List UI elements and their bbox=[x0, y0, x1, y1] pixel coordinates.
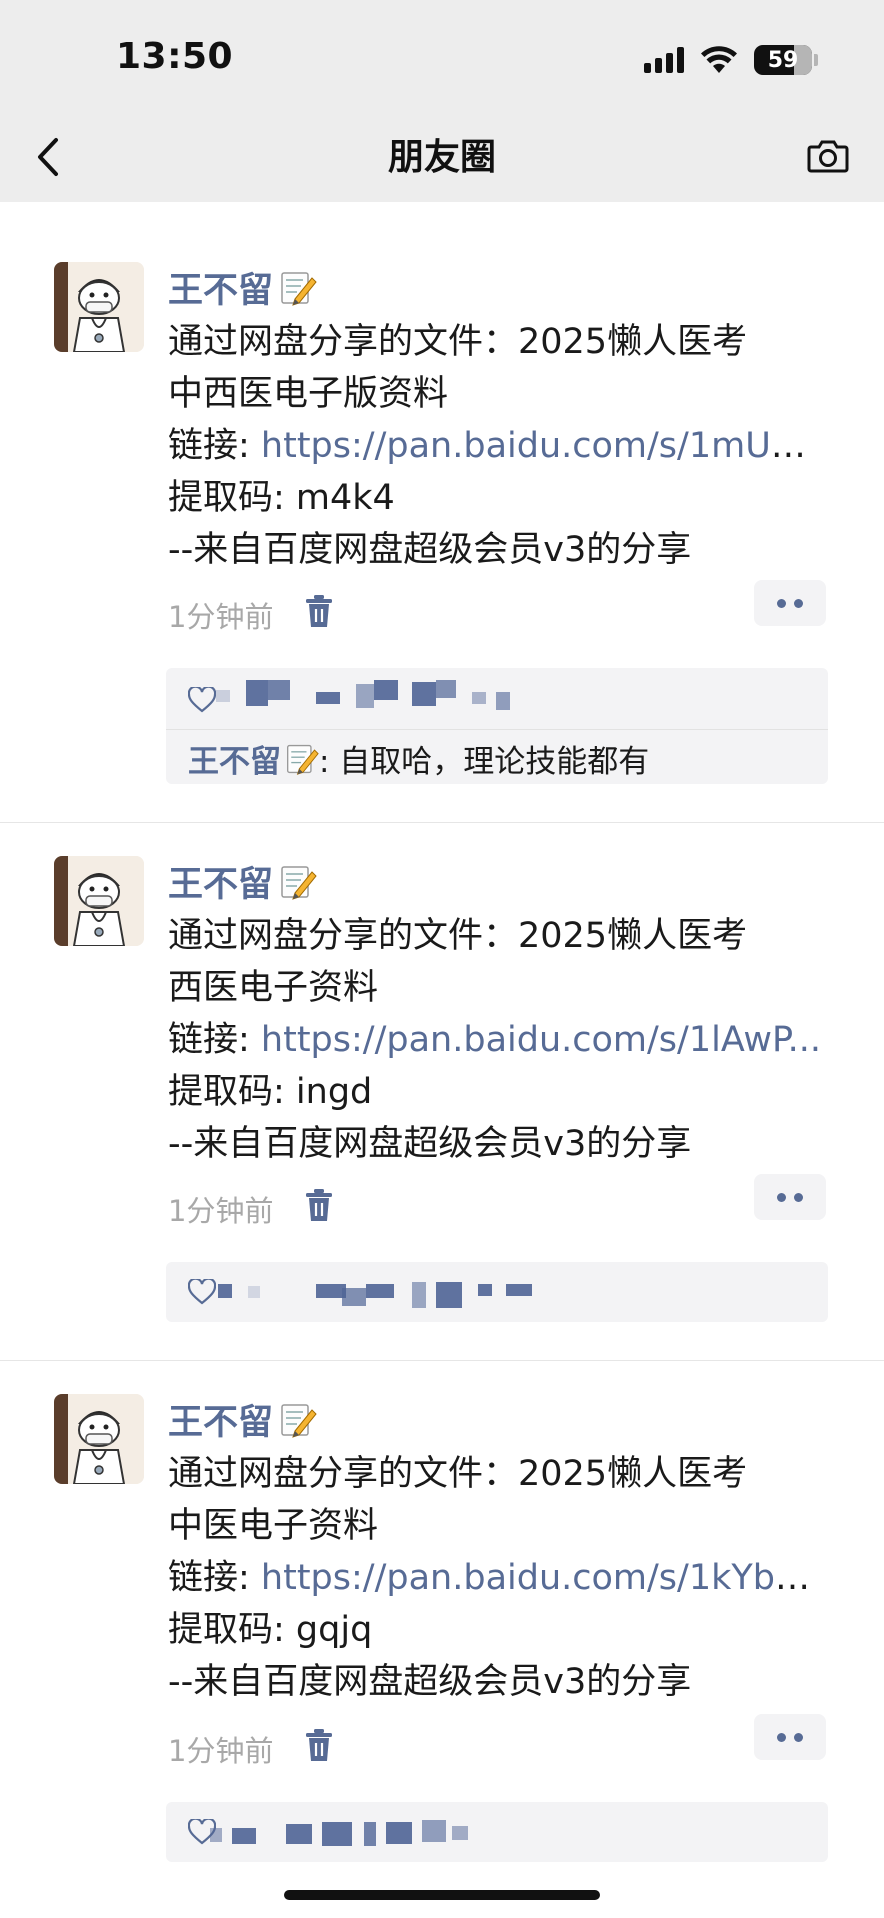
post-author[interactable]: 王不留 bbox=[168, 262, 317, 313]
post-divider bbox=[0, 822, 884, 823]
heart-icon bbox=[188, 687, 216, 713]
extract-code-line: 提取码: m4k4 bbox=[168, 478, 395, 518]
post-meta: 1分钟前 bbox=[168, 580, 826, 636]
memo-icon bbox=[279, 863, 317, 901]
like-row bbox=[188, 680, 216, 720]
comment-author[interactable]: 王不留 bbox=[188, 736, 319, 781]
link-label: 链接: bbox=[168, 1558, 261, 1598]
like-row bbox=[188, 1272, 216, 1312]
home-indicator[interactable] bbox=[284, 1890, 600, 1900]
comment-text: : 自取哈，理论技能都有 bbox=[319, 744, 650, 780]
post-link-line: 链接: https://pan.baidu.com/s/1mU6s... bbox=[168, 420, 828, 472]
post-link-line: 链接: https://pan.baidu.com/s/1kYbQ... bbox=[168, 1552, 828, 1604]
likes-comments-box: 王不留 : 自取哈，理论技能都有 bbox=[166, 668, 828, 784]
page-title: 朋友圈 bbox=[387, 137, 496, 178]
post-text-line: 通过网盘分享的文件：2025懒人医考 bbox=[168, 322, 748, 362]
more-actions-button[interactable] bbox=[754, 580, 826, 626]
post-text-line: 通过网盘分享的文件：2025懒人医考 bbox=[168, 1454, 748, 1494]
share-link[interactable]: https://pan.baidu.com/s/1kYbQ... bbox=[261, 1558, 828, 1598]
status-icons: 59 bbox=[644, 40, 818, 80]
cellular-signal-icon bbox=[644, 47, 684, 73]
heart-icon bbox=[188, 1279, 216, 1305]
link-label: 链接: bbox=[168, 1020, 261, 1060]
post-text-line: 西医电子资料 bbox=[168, 968, 379, 1008]
post-time: 1分钟前 bbox=[168, 600, 274, 634]
post-link-line: 链接: https://pan.baidu.com/s/1lAwP... bbox=[168, 1014, 828, 1066]
comment-author-name[interactable]: 王不留 bbox=[188, 736, 281, 781]
memo-icon bbox=[279, 1401, 317, 1439]
post-author[interactable]: 王不留 bbox=[168, 1394, 317, 1445]
author-name[interactable]: 王不留 bbox=[168, 1394, 273, 1445]
more-actions-button[interactable] bbox=[754, 1714, 826, 1760]
author-name[interactable]: 王不留 bbox=[168, 856, 273, 907]
post-time: 1分钟前 bbox=[168, 1194, 274, 1228]
post-time: 1分钟前 bbox=[168, 1734, 274, 1768]
moment-post: 王不留 通过网盘分享的文件：2025懒人医考 中西医电子版资料 链接: http… bbox=[0, 202, 884, 824]
battery-level: 59 bbox=[767, 47, 799, 73]
likes-box bbox=[166, 1802, 828, 1862]
link-label: 链接: bbox=[168, 426, 261, 466]
post-text-line: 中西医电子版资料 bbox=[168, 374, 449, 414]
memo-icon bbox=[279, 269, 317, 307]
extract-code-line: 提取码: ingd bbox=[168, 1072, 373, 1112]
share-source-line: --来自百度网盘超级会员v3的分享 bbox=[168, 1124, 692, 1164]
post-author[interactable]: 王不留 bbox=[168, 856, 317, 907]
top-bar: 13:50 59 朋友圈 bbox=[0, 0, 884, 202]
post-text-line: 通过网盘分享的文件：2025懒人医考 bbox=[168, 916, 748, 956]
post-divider bbox=[0, 1360, 884, 1361]
likes-box bbox=[166, 1262, 828, 1322]
avatar[interactable] bbox=[54, 1394, 144, 1484]
author-name[interactable]: 王不留 bbox=[168, 262, 273, 313]
post-content: 通过网盘分享的文件：2025懒人医考 西医电子资料 链接: https://pa… bbox=[168, 910, 828, 1170]
comment[interactable]: 王不留 : 自取哈，理论技能都有 bbox=[188, 736, 649, 781]
battery-icon: 59 bbox=[754, 45, 812, 75]
comment-divider bbox=[166, 729, 828, 730]
share-source-line: --来自百度网盘超级会员v3的分享 bbox=[168, 1662, 692, 1702]
post-content: 通过网盘分享的文件：2025懒人医考 中西医电子版资料 链接: https://… bbox=[168, 316, 828, 576]
memo-icon bbox=[285, 742, 319, 776]
status-time: 13:50 bbox=[116, 36, 234, 77]
camera-icon[interactable] bbox=[806, 136, 850, 176]
share-link[interactable]: https://pan.baidu.com/s/1mU6s... bbox=[261, 426, 828, 466]
share-link[interactable]: https://pan.baidu.com/s/1lAwP... bbox=[261, 1020, 821, 1060]
wifi-icon bbox=[701, 46, 737, 73]
extract-code-line: 提取码: gqjq bbox=[168, 1610, 373, 1650]
battery-nub bbox=[814, 54, 818, 66]
more-actions-button[interactable] bbox=[754, 1174, 826, 1220]
post-text-line: 中医电子资料 bbox=[168, 1506, 379, 1546]
trash-icon[interactable] bbox=[304, 1188, 334, 1222]
avatar[interactable] bbox=[54, 856, 144, 946]
avatar[interactable] bbox=[54, 262, 144, 352]
post-content: 通过网盘分享的文件：2025懒人医考 中医电子资料 链接: https://pa… bbox=[168, 1448, 828, 1708]
share-source-line: --来自百度网盘超级会员v3的分享 bbox=[168, 530, 692, 570]
moment-post: 王不留 通过网盘分享的文件：2025懒人医考 中医电子资料 链接: https:… bbox=[0, 1362, 884, 1902]
trash-icon[interactable] bbox=[304, 594, 334, 628]
post-meta: 1分钟前 bbox=[168, 1174, 826, 1230]
post-meta: 1分钟前 bbox=[168, 1714, 826, 1770]
moment-post: 王不留 通过网盘分享的文件：2025懒人医考 西医电子资料 链接: https:… bbox=[0, 824, 884, 1360]
trash-icon[interactable] bbox=[304, 1728, 334, 1762]
